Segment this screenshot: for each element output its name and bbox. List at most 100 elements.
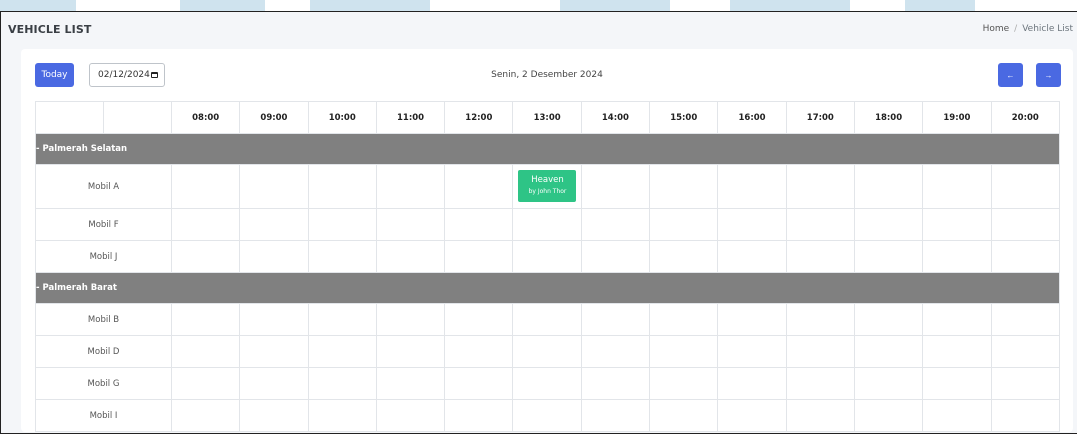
time-slot-cell[interactable]	[717, 367, 787, 400]
time-slot-cell[interactable]	[853, 164, 924, 209]
time-slot-cell[interactable]	[853, 303, 924, 336]
time-slot-cell[interactable]	[922, 399, 992, 432]
time-slot-cell[interactable]	[170, 240, 241, 273]
time-slot-cell[interactable]	[785, 399, 855, 432]
time-slot-cell[interactable]	[580, 240, 651, 273]
time-slot-cell[interactable]	[239, 335, 309, 368]
time-slot-cell[interactable]	[922, 367, 992, 400]
time-slot-cell[interactable]	[444, 208, 514, 241]
time-slot-cell[interactable]	[512, 367, 582, 400]
time-slot-cell[interactable]	[649, 240, 719, 273]
time-slot-cell[interactable]	[853, 335, 924, 368]
time-slot-cell[interactable]	[444, 399, 514, 432]
time-slot-cell[interactable]	[853, 399, 924, 432]
time-slot-cell[interactable]	[853, 208, 924, 241]
next-day-button[interactable]: →	[1036, 63, 1061, 87]
time-slot-cell[interactable]	[444, 303, 514, 336]
time-slot-cell[interactable]	[375, 367, 446, 400]
time-slot-cell[interactable]	[580, 208, 651, 241]
date-picker-input[interactable]: 02/12/2024	[89, 63, 165, 87]
time-slot-cell[interactable]	[239, 399, 309, 432]
time-slot-cell[interactable]	[170, 208, 241, 241]
time-slot-cell[interactable]	[922, 335, 992, 368]
time-slot-cell[interactable]	[375, 335, 446, 368]
time-slot-cell[interactable]	[990, 399, 1061, 432]
prev-day-button[interactable]: ←	[998, 63, 1023, 87]
time-slot-cell[interactable]	[717, 303, 787, 336]
time-slot-cell[interactable]	[990, 335, 1061, 368]
time-slot-cell[interactable]	[512, 399, 582, 432]
time-slot-cell[interactable]	[717, 335, 787, 368]
time-slot-cell[interactable]	[580, 367, 651, 400]
time-slot-cell[interactable]	[990, 367, 1061, 400]
time-slot-cell[interactable]	[853, 367, 924, 400]
page-title: VEHICLE LIST	[8, 22, 92, 36]
time-slot-cell[interactable]	[307, 240, 377, 273]
time-slot-cell[interactable]	[239, 164, 309, 209]
today-button[interactable]: Today	[35, 63, 74, 87]
time-slot-cell[interactable]	[580, 399, 651, 432]
time-slot-cell[interactable]	[512, 208, 582, 241]
time-slot-cell[interactable]	[922, 208, 992, 241]
time-slot-cell[interactable]	[512, 240, 582, 273]
time-slot-cell[interactable]	[307, 164, 377, 209]
time-slot-cell[interactable]	[785, 335, 855, 368]
time-slot-cell[interactable]	[444, 164, 514, 209]
time-slot-cell[interactable]	[853, 240, 924, 273]
time-slot-cell[interactable]	[170, 303, 241, 336]
time-slot-cell[interactable]	[307, 367, 377, 400]
time-slot-cell[interactable]	[239, 303, 309, 336]
time-slot-cell[interactable]	[785, 208, 855, 241]
time-slot-cell[interactable]	[170, 399, 241, 432]
time-slot-cell[interactable]	[512, 303, 582, 336]
booking-event[interactable]: Heaven by John Thor	[518, 170, 577, 202]
time-slot-cell[interactable]	[375, 240, 446, 273]
time-slot-cell[interactable]	[785, 367, 855, 400]
time-slot-cell[interactable]	[717, 240, 787, 273]
time-slot-cell[interactable]	[512, 335, 582, 368]
time-slot-cell[interactable]	[717, 399, 787, 432]
time-slot-cell[interactable]	[649, 399, 719, 432]
time-slot-cell[interactable]	[785, 240, 855, 273]
time-slot-cell[interactable]	[307, 208, 377, 241]
time-slot-cell[interactable]	[239, 367, 309, 400]
time-slot-cell[interactable]	[580, 303, 651, 336]
time-slot-cell[interactable]	[375, 164, 446, 209]
breadcrumb-home-link[interactable]: Home	[983, 24, 1010, 34]
time-slot-cell[interactable]	[785, 303, 855, 336]
time-slot-cell[interactable]	[922, 303, 992, 336]
time-slot-cell[interactable]	[717, 164, 787, 209]
time-slot-cell[interactable]	[990, 164, 1061, 209]
time-slot-cell[interactable]	[990, 208, 1061, 241]
time-slot-cell[interactable]	[580, 335, 651, 368]
time-slot-cell[interactable]	[307, 303, 377, 336]
time-slot-cell[interactable]	[307, 335, 377, 368]
time-slot-cell[interactable]	[170, 335, 241, 368]
time-slot-cell[interactable]	[649, 164, 719, 209]
time-slot-cell[interactable]	[444, 240, 514, 273]
time-slot-cell[interactable]	[170, 367, 241, 400]
time-slot-cell[interactable]: Heaven by John Thor	[512, 164, 582, 209]
time-slot-cell[interactable]	[785, 164, 855, 209]
time-slot-cell[interactable]	[580, 164, 651, 209]
time-slot-cell[interactable]	[375, 303, 446, 336]
time-slot-cell[interactable]	[717, 208, 787, 241]
time-slot-cell[interactable]	[649, 367, 719, 400]
time-slot-cell[interactable]	[649, 208, 719, 241]
time-slot-cell[interactable]	[444, 367, 514, 400]
calendar-icon[interactable]	[151, 72, 158, 78]
time-slot-cell[interactable]	[239, 240, 309, 273]
time-slot-cell[interactable]	[444, 335, 514, 368]
time-slot-cell[interactable]	[375, 399, 446, 432]
time-slot-cell[interactable]	[922, 240, 992, 273]
time-slot-cell[interactable]	[375, 208, 446, 241]
time-slot-cell[interactable]	[170, 164, 241, 209]
time-slot-cell[interactable]	[990, 303, 1061, 336]
time-slot-cell[interactable]	[990, 240, 1061, 273]
time-slot-cell[interactable]	[649, 335, 719, 368]
time-slot-cell[interactable]	[307, 399, 377, 432]
time-slot-cell[interactable]	[649, 303, 719, 336]
time-slot-cell[interactable]	[239, 208, 309, 241]
date-value: 02/12/2024	[98, 70, 150, 80]
time-slot-cell[interactable]	[922, 164, 992, 209]
